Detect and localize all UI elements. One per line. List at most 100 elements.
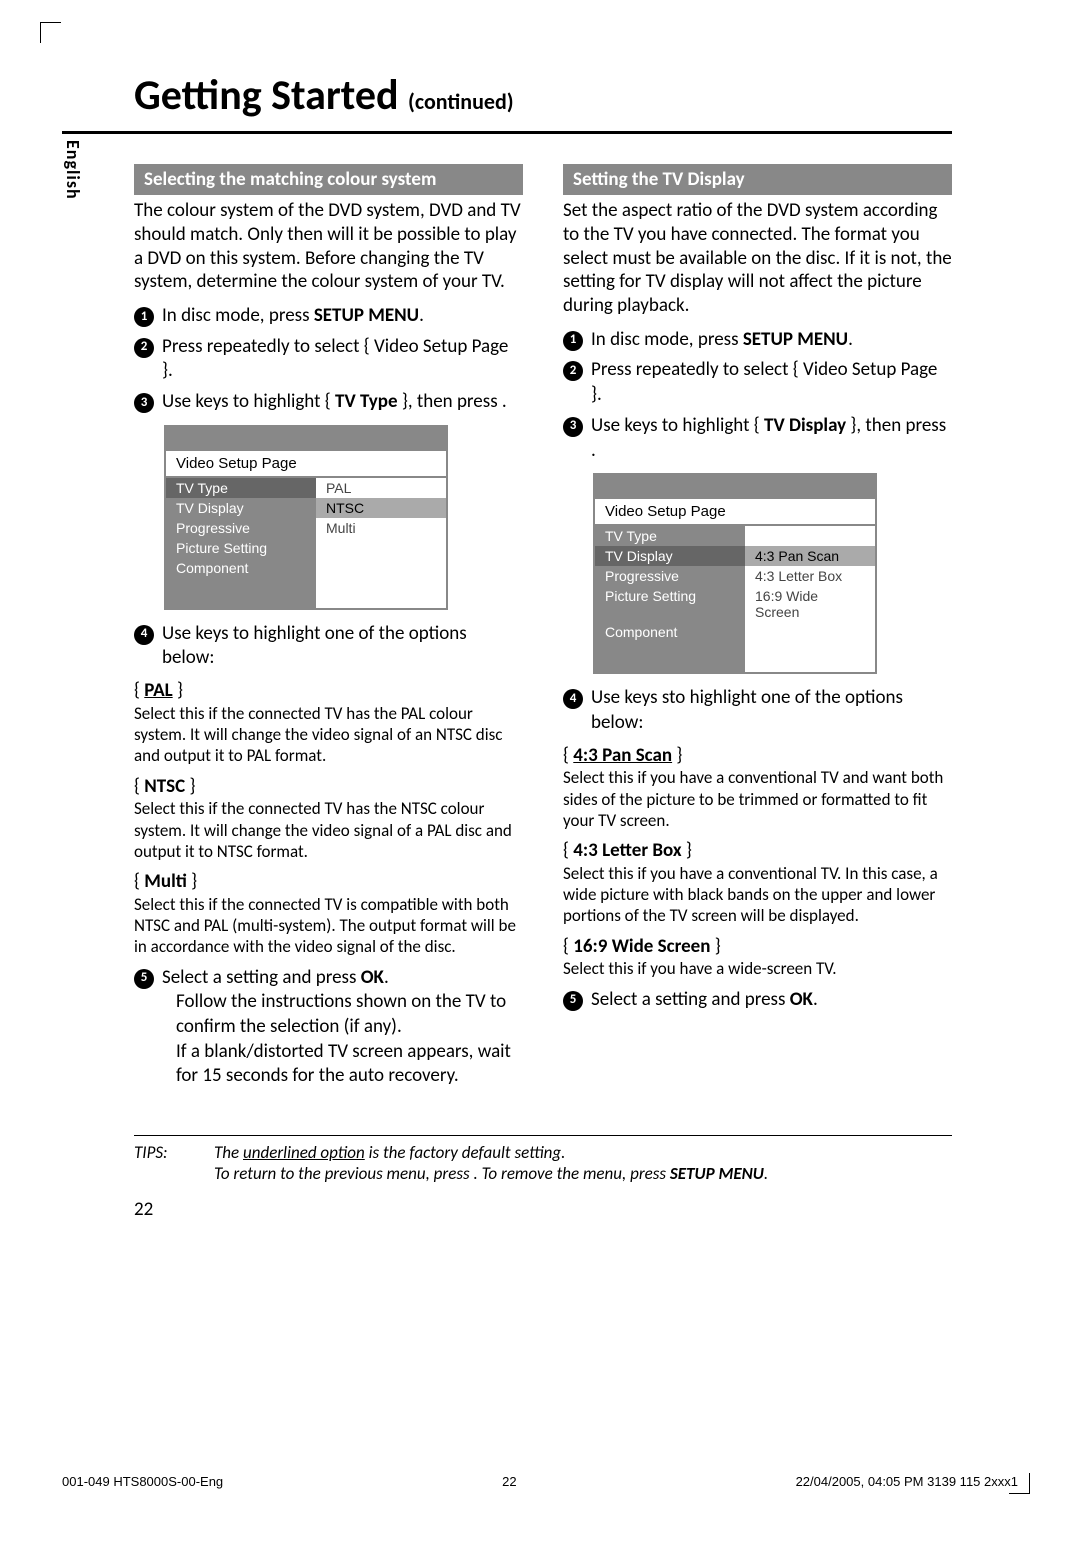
title-continued: (continued): [408, 88, 514, 115]
language-tab: English: [62, 140, 84, 200]
step-text: Press repeatedly to select { Video Setup…: [162, 335, 523, 384]
option-desc: Select this if you have a conventional T…: [563, 863, 952, 927]
step-4: 4 Use keys sto highlight one of the opti…: [563, 686, 952, 735]
footer-right: 22/04/2005, 04:05 PM 3139 115 2xxx1: [796, 1474, 1018, 1489]
page-number: 22: [134, 1198, 952, 1221]
menu-item: Picture Setting: [166, 538, 316, 558]
crop-mark: [40, 22, 61, 43]
step-4: 4 Use keys to highlight one of the optio…: [134, 622, 523, 671]
intro-text: The colour system of the DVD system, DVD…: [134, 199, 523, 294]
step-number-icon: 4: [563, 689, 583, 709]
tips-text: The: [214, 1142, 243, 1163]
step-text: In disc mode, press: [591, 328, 743, 351]
menu-item: Component: [166, 558, 316, 578]
step-1: 1 In disc mode, press SETUP MENU.: [134, 304, 523, 329]
step-text: .: [813, 988, 818, 1011]
step-bold: SETUP MENU: [314, 304, 419, 327]
step-text: Use keys to highlight {: [162, 390, 335, 413]
menu-item: Picture Setting: [595, 586, 745, 622]
menu-item: Progressive: [595, 566, 745, 586]
step-text: Use keys to highlight {: [591, 414, 764, 437]
step-number-icon: 1: [563, 331, 583, 351]
step-text: .: [848, 328, 853, 351]
intro-text: Set the aspect ratio of the DVD system a…: [563, 199, 952, 318]
step-number-icon: 2: [563, 361, 583, 381]
step-text: .: [419, 304, 424, 327]
step-number-icon: 1: [134, 307, 154, 327]
option-desc: Select this if you have a wide-screen TV…: [563, 958, 952, 979]
step-bold: TV Display: [764, 414, 846, 437]
tips-text: .: [764, 1163, 768, 1184]
step-number-icon: 2: [134, 338, 154, 358]
menu-option: NTSC: [316, 498, 446, 518]
menu-option: 16:9 Wide Screen: [745, 586, 875, 622]
footer-left: 001-049 HTS8000S-00-Eng: [62, 1474, 223, 1489]
menu-item: TV Type: [166, 478, 316, 498]
tips-underline: underlined option: [243, 1142, 365, 1163]
menu-title: Video Setup Page: [595, 499, 875, 526]
step-number-icon: 4: [134, 625, 154, 645]
step-follow: Follow the instructions shown on the TV …: [176, 990, 523, 1039]
step-bold: TV Type: [335, 390, 398, 413]
menu-option: 4:3 Pan Scan: [745, 546, 875, 566]
step-number-icon: 5: [563, 991, 583, 1011]
step-3: 3 Use keys to highlight { TV Display }, …: [563, 414, 952, 463]
step-text: }, then press .: [398, 390, 507, 413]
option-label: { NTSC }: [134, 775, 523, 799]
tips-box: TIPS: The underlined option is the facto…: [134, 1135, 952, 1184]
step-bold: OK: [361, 966, 384, 989]
menu-item: TV Type: [595, 526, 745, 546]
page: English Getting Started (continued) Sele…: [62, 40, 952, 1221]
menu-title: Video Setup Page: [166, 451, 446, 478]
step-2: 2 Press repeatedly to select { Video Set…: [134, 335, 523, 384]
option-label: { 4:3 Letter Box }: [563, 839, 952, 863]
footer-center: 22: [502, 1474, 516, 1489]
option-desc: Select this if the connected TV has the …: [134, 703, 523, 767]
step-5: 5 Select a setting and press OK. Follow …: [134, 966, 523, 1089]
step-5: 5 Select a setting and press OK.: [563, 988, 952, 1013]
section-header-colour-system: Selecting the matching colour system: [134, 164, 523, 195]
right-column: Setting the TV Display Set the aspect ra…: [563, 164, 952, 1095]
step-number-icon: 5: [134, 969, 154, 989]
section-header-tv-display: Setting the TV Display: [563, 164, 952, 195]
tips-text: is the factory default setting.: [365, 1142, 566, 1163]
step-3: 3 Use keys to highlight { TV Type }, the…: [134, 390, 523, 415]
page-title: Getting Started (continued): [62, 40, 952, 134]
option-label: { PAL }: [134, 679, 523, 703]
step-number-icon: 3: [563, 417, 583, 437]
option-label: { 4:3 Pan Scan }: [563, 744, 952, 768]
menu-screenshot-tvdisplay: Video Setup Page TV Type TV Display4:3 P…: [593, 473, 877, 674]
step-text: Press repeatedly to select { Video Setup…: [591, 358, 952, 407]
step-follow: If a blank/distorted TV screen appears, …: [176, 1040, 523, 1089]
menu-option: PAL: [316, 478, 446, 498]
tips-bold: SETUP MENU: [670, 1163, 764, 1184]
option-desc: Select this if the connected TV has the …: [134, 798, 523, 862]
menu-item: Progressive: [166, 518, 316, 538]
step-text: Select a setting and press: [591, 988, 790, 1011]
menu-option: 4:3 Letter Box: [745, 566, 875, 586]
step-text: Select a setting and press: [162, 966, 361, 989]
tips-text: To return to the previous menu, press . …: [214, 1163, 670, 1184]
menu-item: Component: [595, 622, 745, 642]
footer: 001-049 HTS8000S-00-Eng 22 22/04/2005, 0…: [62, 1474, 1018, 1489]
step-text: Use keys to highlight one of the options…: [162, 622, 523, 671]
step-bold: OK: [790, 988, 813, 1011]
menu-item: TV Display: [166, 498, 316, 518]
option-label: { Multi }: [134, 870, 523, 894]
step-number-icon: 3: [134, 393, 154, 413]
step-bold: SETUP MENU: [743, 328, 848, 351]
menu-screenshot-tvtype: Video Setup Page TV TypePAL TV DisplayNT…: [164, 425, 448, 610]
left-column: Selecting the matching colour system The…: [134, 164, 523, 1095]
option-desc: Select this if the connected TV is compa…: [134, 894, 523, 958]
menu-option: Multi: [316, 518, 446, 538]
step-1: 1 In disc mode, press SETUP MENU.: [563, 328, 952, 353]
step-text: Use keys sto highlight one of the option…: [591, 686, 952, 735]
option-desc: Select this if you have a conventional T…: [563, 767, 952, 831]
title-main: Getting Started: [134, 70, 399, 121]
tips-label: TIPS:: [134, 1142, 194, 1184]
option-label: { 16:9 Wide Screen }: [563, 935, 952, 959]
menu-item: TV Display: [595, 546, 745, 566]
step-text: .: [384, 966, 389, 989]
step-2: 2 Press repeatedly to select { Video Set…: [563, 358, 952, 407]
step-text: In disc mode, press: [162, 304, 314, 327]
